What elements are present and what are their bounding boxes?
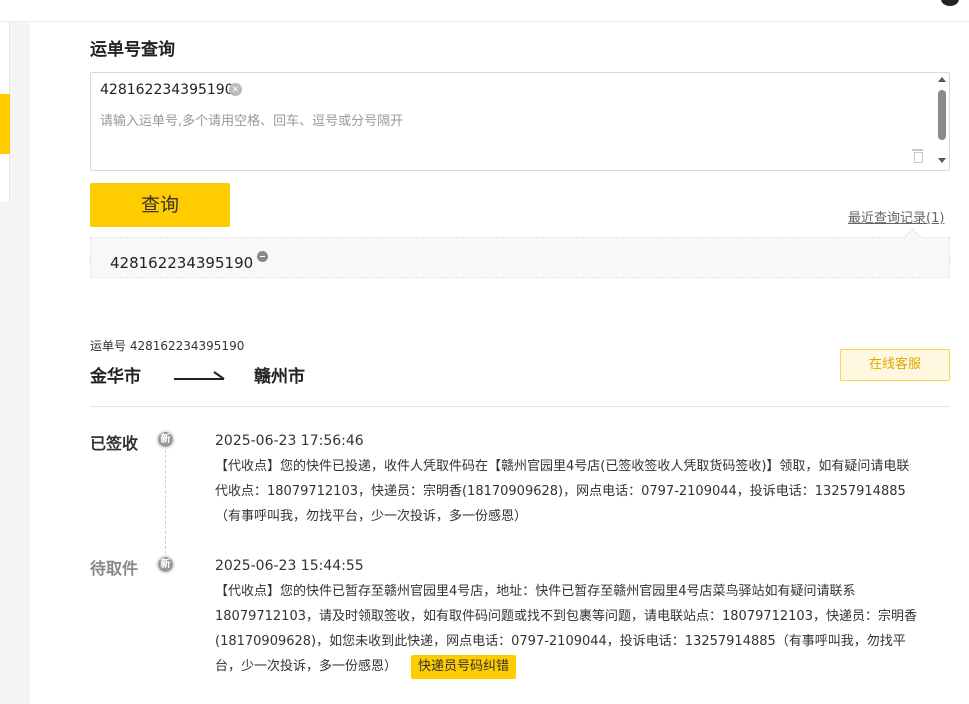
sidebar [0, 22, 10, 202]
destination-city: 赣州市 [254, 367, 305, 387]
main-panel: 运单号查询 428162234395190 × 请输入运单号,多个请用空格、回车… [30, 22, 969, 704]
new-badge: 新 [156, 430, 175, 449]
recent-queries-panel: 428162234395190 [90, 228, 950, 278]
query-button[interactable]: 查询 [90, 183, 230, 227]
timeline-connector [165, 450, 166, 554]
timeline-time: 2025-06-23 17:56:46 [215, 433, 364, 449]
waybill-number-label: 运单号 428162234395190 [90, 339, 245, 353]
new-badge: 新 [156, 555, 175, 574]
timeline-description: 【代收点】您的快件已暂存至赣州官园里4号店，地址：快件已暂存至赣州官园里4号店菜… [215, 584, 917, 674]
waybill-input[interactable]: 428162234395190 × 请输入运单号,多个请用空格、回车、逗号或分号… [90, 72, 950, 171]
recent-panel-caret [904, 228, 922, 246]
scroll-up-arrow-icon[interactable] [938, 77, 946, 82]
timeline-status-signed: 已签收 [90, 434, 139, 453]
clear-number-icon[interactable]: × [229, 83, 242, 96]
scroll-down-arrow-icon[interactable] [938, 158, 946, 163]
entered-waybill-number: 428162234395190 [100, 82, 234, 98]
timeline-status-pending-pickup: 待取件 [90, 559, 139, 578]
top-bar [0, 0, 969, 22]
timeline-time: 2025-06-23 15:44:55 [215, 558, 364, 574]
waybill-input-placeholder: 请输入运单号,多个请用空格、回车、逗号或分号隔开 [100, 114, 404, 129]
remove-recent-icon[interactable] [257, 251, 268, 262]
timeline-description-block: 【代收点】您的快件已暂存至赣州官园里4号店，地址：快件已暂存至赣州官园里4号店菜… [215, 579, 920, 679]
timeline-description: 【代收点】您的快件已投递，收件人凭取件码在【赣州官园里4号店(已签收签收人凭取货… [215, 459, 910, 524]
trash-icon[interactable] [912, 149, 923, 163]
textarea-scrollbar[interactable] [935, 73, 949, 170]
divider [90, 406, 950, 407]
page-title: 运单号查询 [90, 40, 175, 60]
sidebar-active-indicator [0, 94, 10, 154]
recent-query-item[interactable]: 428162234395190 [110, 254, 253, 272]
recent-queries-link[interactable]: 最近查询记录(1) [848, 207, 944, 226]
courier-number-correction-button[interactable]: 快递员号码纠错 [411, 654, 517, 679]
online-service-button[interactable]: 在线客服 [840, 349, 950, 381]
origin-city: 金华市 [90, 367, 141, 387]
user-avatar-icon[interactable] [941, 0, 959, 6]
scroll-thumb[interactable] [938, 90, 946, 140]
route-arrow-icon [174, 371, 225, 380]
